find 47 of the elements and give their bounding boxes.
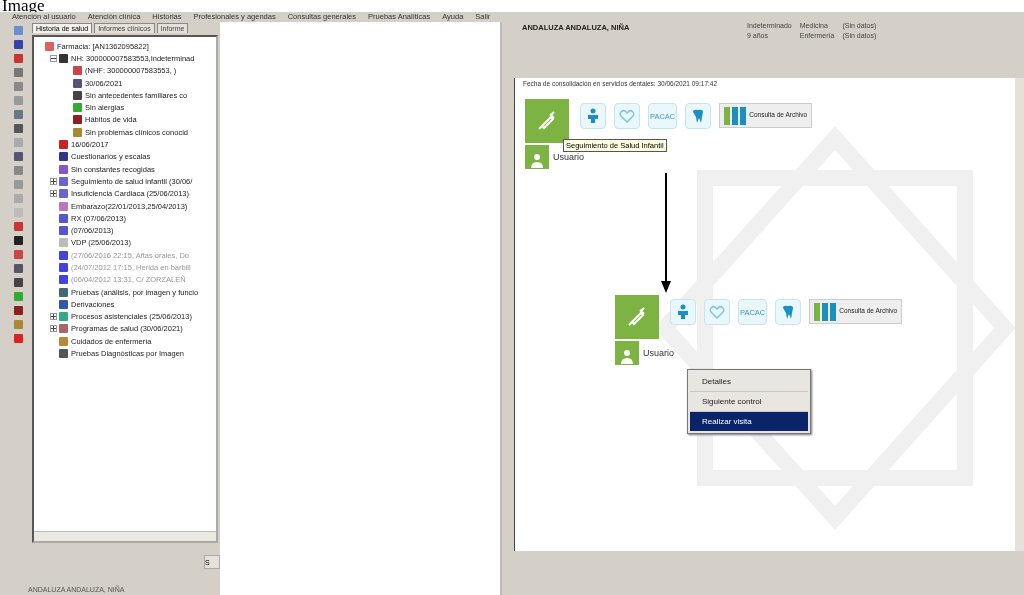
menu-item[interactable]: Realizar visita	[690, 412, 808, 431]
tree-node-icon	[73, 66, 82, 76]
tree-node-icon	[73, 78, 82, 88]
tooth-icon[interactable]	[775, 299, 802, 325]
menu-item[interactable]: Detalles	[690, 372, 808, 392]
tree-node-icon	[59, 140, 68, 149]
tree-node-icon	[45, 41, 54, 51]
tree-node-icon	[59, 201, 68, 211]
tree-node-icon	[59, 250, 68, 260]
expand-toggle[interactable]	[50, 177, 57, 185]
tree-node-icon	[59, 152, 68, 162]
tree-node-icon	[73, 103, 82, 113]
tree-node-icon	[59, 312, 68, 322]
tooth-icon[interactable]	[685, 103, 712, 129]
tree-node-icon	[59, 336, 68, 346]
scrollbar[interactable]	[1015, 78, 1024, 551]
vaccine-tile[interactable]	[525, 99, 569, 143]
tree-node-icon	[73, 127, 82, 137]
tree-node-icon	[59, 226, 68, 236]
tree-node-icon	[59, 263, 68, 272]
tree-node-icon	[73, 115, 82, 125]
child-icon[interactable]	[670, 299, 696, 325]
tree-node-icon	[59, 189, 68, 199]
tree-node-icon	[59, 287, 68, 297]
tree-node-icon	[59, 299, 68, 309]
expand-toggle[interactable]	[50, 325, 57, 333]
tree-node-icon	[73, 90, 82, 100]
binders-icon	[814, 302, 837, 321]
tree-node-icon	[59, 213, 68, 223]
tree-node-icon	[59, 349, 68, 359]
tree-node-icon	[59, 238, 68, 248]
binders-icon	[724, 106, 747, 125]
user-icon	[525, 145, 549, 169]
user-icon	[615, 341, 639, 365]
tree-node-icon	[59, 176, 68, 186]
tree-node-icon	[59, 275, 68, 285]
collapse-toggle[interactable]	[50, 54, 57, 62]
scrollbar[interactable]	[34, 531, 216, 541]
tree-node-icon	[59, 53, 68, 63]
child-icon[interactable]	[580, 103, 606, 129]
expand-toggle[interactable]	[50, 190, 57, 198]
user-label: Usuario	[553, 152, 584, 162]
expand-toggle[interactable]	[50, 313, 57, 321]
tree-node-icon	[59, 164, 68, 174]
tree-node-icon	[59, 324, 68, 334]
user-label: Usuario	[643, 348, 674, 358]
vaccine-tile[interactable]	[615, 295, 659, 339]
